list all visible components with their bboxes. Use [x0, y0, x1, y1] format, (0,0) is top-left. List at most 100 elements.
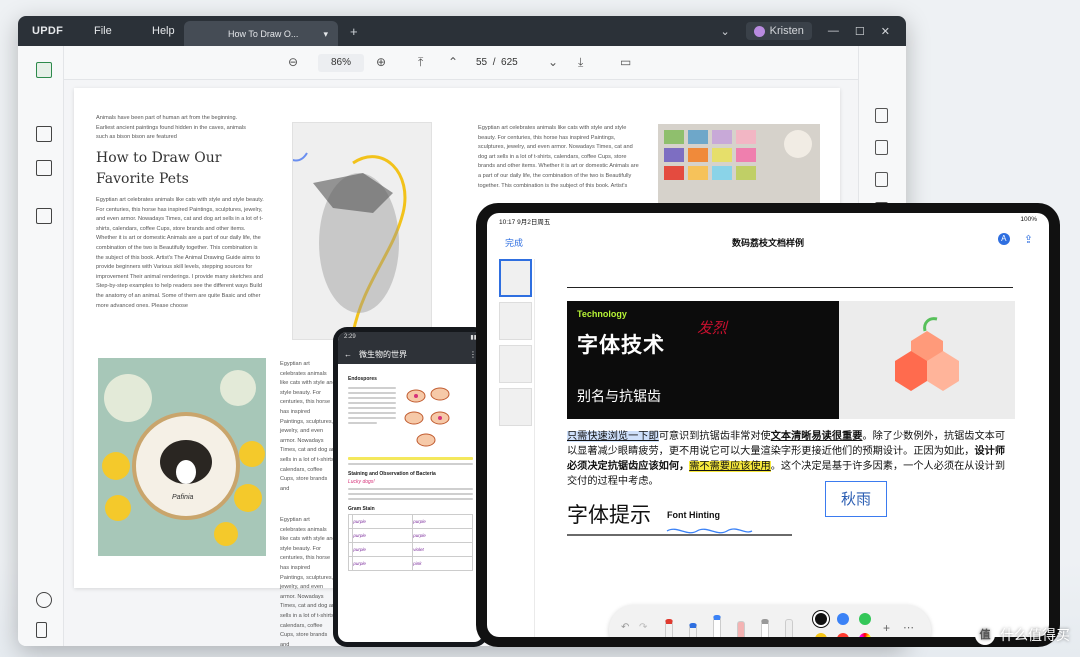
watermark-text: 什么值得买: [1000, 627, 1070, 643]
signature-box[interactable]: 秋雨: [825, 481, 887, 517]
zoom-out-icon[interactable]: ⊖: [288, 55, 298, 69]
heading-line-1: How to Draw Our: [96, 150, 222, 166]
eraser-tool[interactable]: [737, 621, 745, 637]
tablet-doc-title: 数码荔枝文档样例: [731, 238, 804, 248]
organize-pages-icon[interactable]: [36, 208, 52, 224]
user-name: Kristen: [769, 25, 804, 37]
body-text-column-1: Egyptian art celebrates animals like cat…: [96, 197, 264, 309]
thumbnail-page-1[interactable]: [499, 259, 532, 297]
table-row: purple pink: [347, 556, 473, 571]
new-tab-button[interactable]: +: [350, 24, 358, 39]
heading-line-2: Favorite Pets: [96, 171, 189, 187]
para-text-b: 可意识到抗锯齿非常对使: [658, 431, 771, 442]
ocr-icon[interactable]: [875, 108, 888, 123]
watercolor-palette-image: [658, 124, 820, 204]
banner-title: 字体技术: [577, 334, 665, 357]
first-page-icon[interactable]: ⤒: [418, 55, 423, 70]
close-icon[interactable]: ✕: [881, 25, 890, 38]
color-swatch-red[interactable]: [837, 633, 849, 637]
left-toolbar: [18, 46, 64, 646]
document-tab[interactable]: How To Draw O... ▾: [184, 21, 338, 46]
zoom-in-icon[interactable]: ⊕: [376, 55, 386, 69]
watermark-logo-icon: 值: [975, 625, 995, 645]
antialias-paragraph: 只需快速浏览一下即可意识到抗锯齿非常对使文本清晰易读很重要。除了少数例外，抗锯齿…: [567, 429, 1015, 489]
color-swatch-green[interactable]: [859, 613, 871, 625]
peach-illustration: [839, 301, 1015, 419]
phone-handwriting: Lucky dogs!: [348, 479, 375, 485]
phone-time: 2:29: [344, 334, 356, 340]
more-options-icon[interactable]: ⋯: [903, 621, 914, 634]
phone-screen: 2:29 ▮▮ ← 微生物的世界 ⋮ Endospores Staining a…: [338, 332, 483, 642]
comment-tool-icon[interactable]: [36, 126, 52, 142]
tablet-nav-bar: 完成 数码荔枝文档样例 A ⇪: [487, 227, 1049, 251]
menu-file[interactable]: File: [94, 25, 140, 37]
color-swatch-black[interactable]: [815, 613, 827, 625]
table-row: purple purple: [347, 528, 473, 543]
redo-icon[interactable]: ↷: [639, 622, 647, 633]
page-thumbnails: [499, 259, 535, 637]
minimize-icon[interactable]: —: [828, 25, 839, 37]
zoom-level[interactable]: 86%: [318, 54, 364, 72]
color-swatch-blue[interactable]: [837, 613, 849, 625]
phone-device: 2:29 ▮▮ ← 微生物的世界 ⋮ Endospores Staining a…: [333, 327, 488, 647]
header-rule: [567, 287, 1013, 288]
phone-doc-title: 微生物的世界: [359, 349, 407, 359]
chevron-down-icon[interactable]: ⌄: [720, 25, 729, 38]
tablet-battery: 100%: [1020, 216, 1037, 223]
prev-page-icon[interactable]: ⌃: [448, 55, 458, 69]
document-heading: How to Draw Our Favorite Pets: [96, 148, 221, 190]
next-page-icon[interactable]: ⌄: [548, 55, 558, 69]
current-page[interactable]: 55: [476, 57, 487, 68]
last-page-icon[interactable]: ⤓: [578, 55, 583, 70]
view-toolbar: ⊖ 86% ⊕ ⤒ ⌃ 55 / 625 ⌄ ⤓ ▭ ⌕: [18, 46, 906, 80]
body-text-column-2b: Egyptian art celebrates animals like cat…: [280, 517, 336, 646]
heading-underline: [567, 528, 792, 536]
embroidery-caption: Pafinia: [172, 494, 194, 501]
table-row: purple purple: [347, 514, 473, 529]
color-swatch-yellow[interactable]: [815, 633, 827, 637]
tablet-status-bar: 10:17 9月2日周五 100%: [487, 213, 1049, 227]
thumbnail-page-2[interactable]: [499, 302, 532, 340]
tablet-screen: 10:17 9月2日周五 100% 完成 数码荔枝文档样例 A ⇪ Techno…: [487, 213, 1049, 637]
ruler-tool[interactable]: [785, 619, 793, 637]
highlight-blue-a[interactable]: 只需快速浏览一下即: [567, 431, 659, 442]
back-arrow-icon[interactable]: ←: [344, 350, 352, 359]
thumbnail-page-3[interactable]: [499, 345, 532, 383]
pen-tool-red[interactable]: [665, 619, 673, 637]
title-bar: UPDF File Help How To Draw O... ▾ + ⌄ Kr…: [18, 16, 906, 46]
app-logo: UPDF: [32, 25, 64, 37]
thumbnail-page-4[interactable]: [499, 388, 532, 426]
highlighter-tool[interactable]: [713, 615, 721, 637]
tablet-time: 10:17: [499, 219, 516, 226]
phone-heading-staining: Staining and Observation of Bacteria: [348, 471, 436, 477]
pen-tool-blue[interactable]: [689, 623, 697, 637]
phone-document: Endospores Staining and Observation of B…: [338, 364, 483, 642]
share-icon[interactable]: ⇪: [1024, 233, 1033, 246]
intro-text: Animals have been part of human art from…: [96, 115, 246, 141]
phone-status-bar: 2:29 ▮▮: [338, 332, 483, 344]
banner-tag: Technology: [577, 309, 627, 319]
edit-pdf-icon[interactable]: [36, 160, 52, 176]
tab-title: How To Draw O...: [228, 29, 299, 39]
user-account-button[interactable]: Kristen: [745, 22, 812, 40]
export-pdf-icon[interactable]: [875, 140, 888, 155]
table-row: purple violet: [347, 542, 473, 557]
add-tool-icon[interactable]: +: [883, 621, 890, 635]
underline-text[interactable]: 文本清晰易读很重要: [771, 431, 863, 442]
reader-mode-icon[interactable]: [36, 62, 52, 78]
layers-icon[interactable]: [36, 592, 52, 608]
page-indicator[interactable]: 55 / 625: [476, 57, 518, 68]
color-picker-icon[interactable]: [859, 633, 871, 637]
markup-icon[interactable]: A: [997, 233, 1010, 245]
undo-icon[interactable]: ↶: [621, 622, 629, 633]
comment-icon[interactable]: ▭: [620, 55, 631, 69]
chevron-down-icon[interactable]: ▾: [323, 29, 328, 46]
maximize-icon[interactable]: ☐: [855, 25, 865, 38]
pencil-tool[interactable]: [761, 619, 769, 637]
highlight-yellow[interactable]: 需不需要应该使用: [689, 461, 771, 472]
tablet-date: 9月2日周五: [517, 219, 551, 226]
bookmark-icon[interactable]: [36, 622, 47, 638]
tablet-device: 10:17 9月2日周五 100% 完成 数码荔枝文档样例 A ⇪ Techno…: [476, 203, 1060, 647]
bacteria-illustration: [404, 387, 450, 447]
protect-icon[interactable]: [875, 172, 888, 187]
